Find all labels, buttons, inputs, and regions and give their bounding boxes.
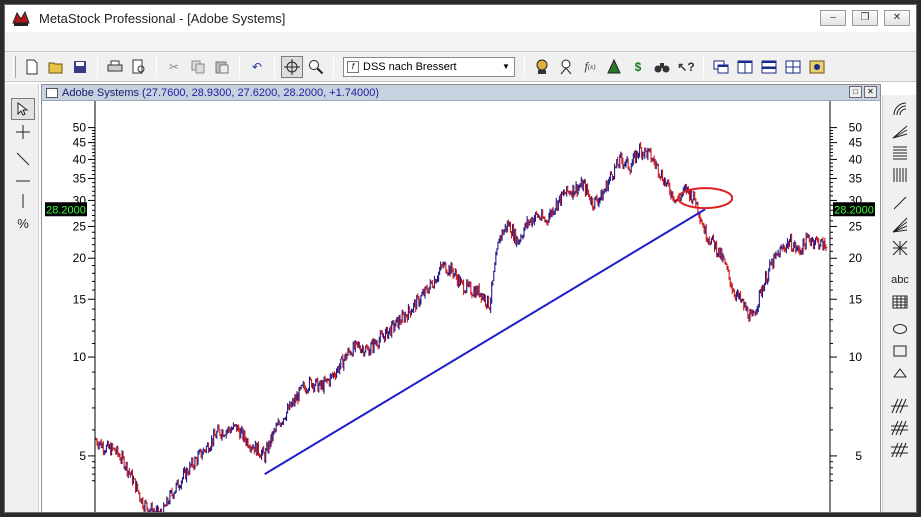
window-cascade-icon[interactable]: [710, 56, 732, 78]
open-icon[interactable]: [45, 56, 67, 78]
expert-select[interactable]: f DSS nach Bressert ▼: [343, 56, 515, 77]
dollar-icon[interactable]: $: [627, 56, 649, 78]
print-preview-icon[interactable]: [128, 56, 150, 78]
tile-grid-icon[interactable]: [782, 56, 804, 78]
right-tick-label-50: 50: [849, 121, 863, 135]
pointer-tool-icon[interactable]: [11, 98, 35, 120]
restore-button[interactable]: ❐: [852, 10, 878, 26]
save-icon[interactable]: [69, 56, 91, 78]
title-bar: MetaStock Professional - [Adobe Systems]…: [5, 5, 916, 32]
minimize-button[interactable]: –: [820, 10, 846, 26]
expert-advisor-icon[interactable]: [531, 56, 553, 78]
chart-window: Adobe Systems (27.7600, 28.9300, 27.6200…: [41, 84, 881, 513]
main-toolbar: ✂ ↶ f DSS nach Bressert ▼ f (x) $ ↖?: [5, 52, 916, 82]
price-chart[interactable]: 50 5045 4540 4035 3530 3025 2520 2015 1510 105 528…: [42, 101, 880, 513]
application-window: MetaStock Professional - [Adobe Systems]…: [4, 4, 917, 513]
arc-tool-icon[interactable]: [887, 99, 913, 119]
rectangle-tool-icon[interactable]: [887, 341, 913, 361]
copy-icon[interactable]: [187, 56, 209, 78]
percent-tool-icon[interactable]: %: [11, 212, 35, 234]
toolbar-grip[interactable]: [13, 55, 16, 78]
gann-fan-icon[interactable]: [887, 215, 913, 235]
sell-arrow-tool-icon[interactable]: [887, 418, 913, 438]
ellipse-tool-icon[interactable]: [887, 319, 913, 339]
text-tool-icon[interactable]: abc: [887, 270, 913, 290]
left-tick-label-20: 20: [73, 251, 87, 265]
chart-close-button[interactable]: ✕: [864, 86, 877, 98]
vertical-line-tool-icon[interactable]: [11, 190, 35, 212]
left-last-price-label: 28.2000: [46, 204, 86, 216]
horizontal-line-tool-icon[interactable]: [11, 170, 35, 192]
tile-vertical-icon[interactable]: [734, 56, 756, 78]
left-drawing-toolbar: %: [5, 84, 39, 512]
undo-icon[interactable]: ↶: [246, 56, 268, 78]
right-tick-label-35: 35: [849, 171, 863, 185]
chart-restore-button[interactable]: □: [849, 86, 862, 98]
right-tick-label-10: 10: [849, 350, 863, 364]
tile-horizontal-icon[interactable]: [758, 56, 780, 78]
ohlc-readout: (27.7600, 28.9300, 27.6200, 28.2000, +1.…: [142, 86, 380, 99]
right-drawing-toolbar: abc: [882, 95, 916, 512]
chart-window-header: Adobe Systems (27.7600, 28.9300, 27.6200…: [42, 85, 880, 101]
left-tick-label-10: 10: [73, 350, 87, 364]
right-tick-label-45: 45: [849, 136, 863, 150]
arrange-icon[interactable]: [806, 56, 828, 78]
app-logo-icon: [12, 10, 30, 26]
cut-icon[interactable]: ✂: [163, 56, 185, 78]
crosshair-tool-icon[interactable]: [11, 121, 35, 143]
right-tick-label-5: 5: [855, 449, 862, 463]
binoculars-icon[interactable]: [651, 56, 673, 78]
chevron-down-icon[interactable]: ▼: [498, 62, 514, 71]
indicator-builder-icon[interactable]: f (x): [579, 56, 601, 78]
explorer-icon[interactable]: [555, 56, 577, 78]
buy-arrow-tool-icon[interactable]: [887, 396, 913, 416]
triangle-tool-icon[interactable]: [887, 363, 913, 383]
left-tick-label-25: 25: [73, 219, 87, 233]
highlight-ellipse: [677, 187, 734, 210]
new-icon[interactable]: [21, 56, 43, 78]
exit-arrow-tool-icon[interactable]: [887, 440, 913, 460]
right-last-price-label: 28.2000: [834, 204, 874, 216]
fan-tool-icon[interactable]: [887, 121, 913, 141]
left-tick-label-5: 5: [79, 449, 86, 463]
right-tick-label-20: 20: [849, 251, 863, 265]
left-tick-label-35: 35: [73, 171, 87, 185]
left-tick-label-40: 40: [73, 152, 87, 166]
crosshair-icon[interactable]: [281, 55, 303, 78]
menu-bar: [5, 32, 916, 52]
right-tick-label-15: 15: [849, 292, 863, 306]
trendline-tool-icon[interactable]: [11, 148, 35, 170]
help-icon[interactable]: ↖?: [675, 56, 697, 78]
table-tool-icon[interactable]: [887, 292, 913, 312]
paste-icon[interactable]: [211, 56, 233, 78]
chart-doc-icon: [46, 87, 58, 98]
security-name: Adobe Systems: [62, 86, 140, 99]
left-tick-label-15: 15: [73, 292, 87, 306]
print-icon[interactable]: [104, 56, 126, 78]
formula-icon: f: [347, 60, 359, 73]
right-tick-label-25: 25: [849, 219, 863, 233]
left-tick-label-50: 50: [73, 121, 87, 135]
fibonacci-retracement-icon[interactable]: [887, 143, 913, 163]
window-title: MetaStock Professional - [Adobe Systems]: [39, 11, 286, 26]
line-tool-icon[interactable]: [887, 193, 913, 213]
time-zones-icon[interactable]: [887, 165, 913, 185]
trendline: [264, 208, 706, 475]
left-tick-label-45: 45: [73, 136, 87, 150]
close-button[interactable]: ✕: [884, 10, 910, 26]
expert-select-value: DSS nach Bressert: [363, 60, 457, 73]
system-tester-icon[interactable]: [603, 56, 625, 78]
zoom-icon[interactable]: [305, 56, 327, 78]
gann-grid-icon[interactable]: [887, 238, 913, 258]
right-tick-label-40: 40: [849, 152, 863, 166]
